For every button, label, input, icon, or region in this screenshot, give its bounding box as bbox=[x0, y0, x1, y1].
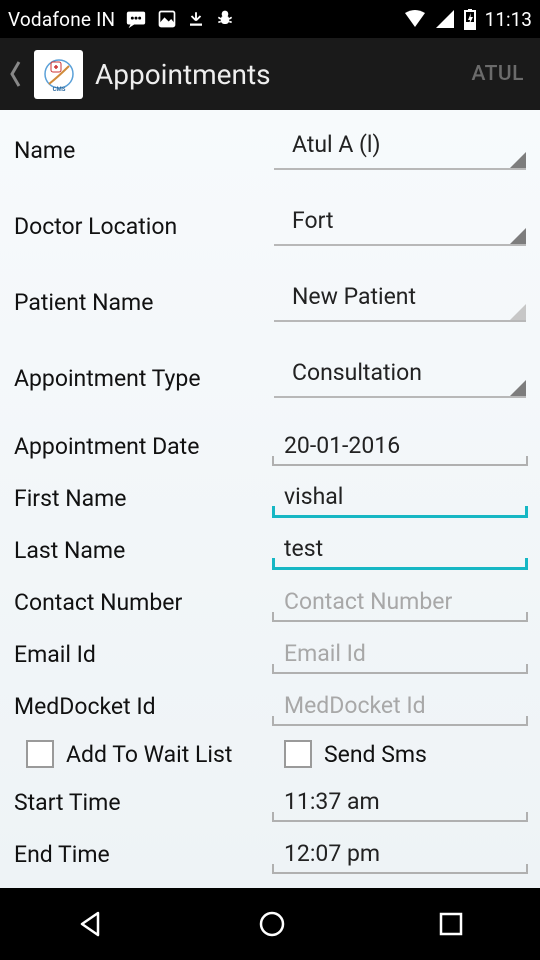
first-name-label: First Name bbox=[14, 485, 274, 518]
download-icon bbox=[187, 9, 205, 29]
end-time-label: End Time bbox=[14, 841, 274, 874]
app-logo-icon: CMS bbox=[34, 50, 83, 99]
send-sms-checkbox[interactable] bbox=[284, 740, 312, 768]
last-name-value: test bbox=[284, 535, 323, 562]
android-debug-icon bbox=[215, 8, 235, 30]
last-name-label: Last Name bbox=[14, 537, 274, 570]
appointment-type-spinner[interactable]: Consultation bbox=[274, 356, 526, 398]
appointment-date-value: 20-01-2016 bbox=[284, 432, 400, 459]
status-bar: Vodafone IN 11:13 bbox=[0, 0, 540, 38]
email-id-field[interactable]: Email Id bbox=[274, 640, 526, 674]
appointment-date-field[interactable]: 20-01-2016 bbox=[274, 432, 526, 466]
appointment-date-label: Appointment Date bbox=[14, 433, 274, 466]
appointment-type-value: Consultation bbox=[292, 359, 422, 386]
start-time-value: 11:37 am bbox=[284, 788, 380, 815]
email-id-label: Email Id bbox=[14, 641, 274, 674]
appointment-type-label: Appointment Type bbox=[14, 365, 274, 398]
sms-icon bbox=[125, 8, 147, 30]
dropdown-corner-icon bbox=[510, 228, 526, 244]
end-time-field[interactable]: 12:07 pm bbox=[274, 840, 526, 874]
name-spinner[interactable]: Atul A (l) bbox=[274, 128, 526, 170]
last-name-field[interactable]: test bbox=[274, 536, 526, 570]
end-time-value: 12:07 pm bbox=[284, 840, 380, 867]
meddocket-id-placeholder: MedDocket Id bbox=[284, 692, 426, 719]
page-title: Appointments bbox=[95, 58, 271, 91]
back-button[interactable] bbox=[8, 38, 26, 110]
meddocket-id-field[interactable]: MedDocket Id bbox=[274, 692, 526, 726]
start-time-label: Start Time bbox=[14, 789, 274, 822]
wifi-icon bbox=[403, 9, 427, 29]
nav-recents-button[interactable] bbox=[436, 909, 466, 939]
svg-text:CMS: CMS bbox=[52, 86, 65, 93]
user-menu[interactable]: ATUL bbox=[471, 62, 532, 86]
patient-name-value: New Patient bbox=[292, 283, 416, 310]
doctor-location-spinner[interactable]: Fort bbox=[274, 204, 526, 246]
send-sms-label: Send Sms bbox=[324, 741, 427, 768]
first-name-field[interactable]: vishal bbox=[274, 484, 526, 518]
patient-name-label: Patient Name bbox=[14, 289, 274, 322]
dropdown-corner-icon bbox=[510, 380, 526, 396]
email-id-placeholder: Email Id bbox=[284, 640, 366, 667]
doctor-location-label: Doctor Location bbox=[14, 213, 274, 246]
cell-signal-icon bbox=[435, 9, 455, 29]
contact-number-label: Contact Number bbox=[14, 589, 274, 622]
add-to-waitlist-label: Add To Wait List bbox=[66, 741, 232, 768]
image-icon bbox=[157, 9, 177, 29]
meddocket-id-label: MedDocket Id bbox=[14, 693, 274, 726]
contact-number-field[interactable]: Contact Number bbox=[274, 588, 526, 622]
start-time-field[interactable]: 11:37 am bbox=[274, 788, 526, 822]
dropdown-corner-icon bbox=[510, 152, 526, 168]
battery-charging-icon bbox=[463, 8, 477, 30]
dropdown-corner-icon bbox=[510, 304, 526, 320]
carrier-label: Vodafone IN bbox=[8, 8, 115, 31]
android-nav-bar bbox=[0, 888, 540, 960]
name-label: Name bbox=[14, 137, 274, 170]
contact-number-placeholder: Contact Number bbox=[284, 588, 452, 615]
patient-name-spinner[interactable]: New Patient bbox=[274, 280, 526, 322]
status-time: 11:13 bbox=[485, 8, 532, 31]
nav-home-button[interactable] bbox=[255, 907, 289, 941]
app-bar: CMS Appointments ATUL bbox=[0, 38, 540, 110]
form-body: Name Atul A (l) Doctor Location Fort Pat… bbox=[0, 110, 540, 888]
doctor-location-value: Fort bbox=[292, 207, 333, 234]
nav-back-button[interactable] bbox=[74, 907, 108, 941]
name-value: Atul A (l) bbox=[292, 131, 381, 158]
first-name-value: vishal bbox=[284, 483, 343, 510]
add-to-waitlist-checkbox[interactable] bbox=[26, 740, 54, 768]
